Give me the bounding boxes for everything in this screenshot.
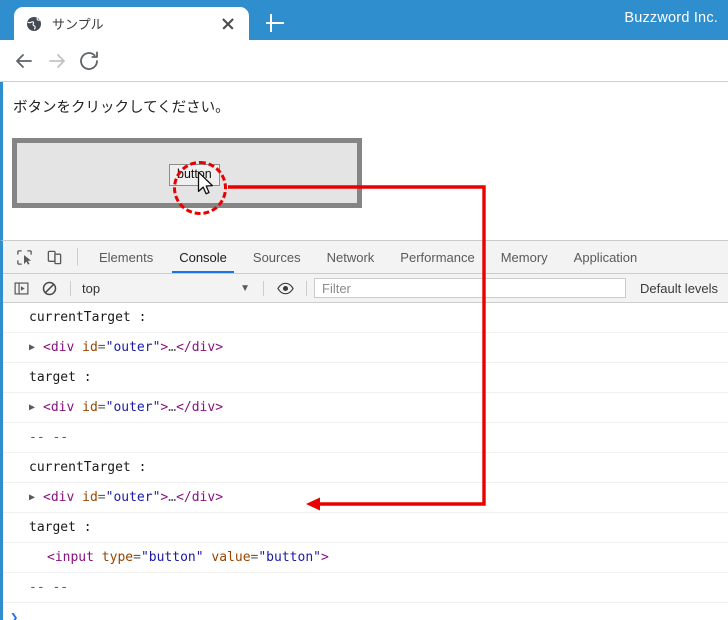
node-eq: = bbox=[97, 400, 106, 415]
console-filter-input[interactable]: Filter bbox=[314, 278, 626, 298]
console-row[interactable]: currentTarget : bbox=[3, 453, 728, 483]
expand-triangle-icon[interactable]: ▶ bbox=[29, 342, 43, 353]
console-row[interactable]: target : bbox=[3, 363, 728, 393]
tab-memory[interactable]: Memory bbox=[488, 241, 561, 273]
toolbar-divider bbox=[77, 248, 78, 266]
browser-tabstrip: サンプル Buzzword Inc. bbox=[0, 0, 728, 40]
expand-triangle-icon[interactable]: ▶ bbox=[29, 402, 43, 413]
brand-label: Buzzword Inc. bbox=[624, 10, 718, 26]
filterbar-divider-1 bbox=[70, 280, 71, 296]
node-attr-value: "outer" bbox=[105, 400, 161, 415]
devtools-tabbar: Elements Console Sources Network Perform… bbox=[3, 241, 728, 274]
console-context-value: top bbox=[82, 280, 101, 296]
new-tab-button[interactable] bbox=[262, 10, 288, 36]
tab-network[interactable]: Network bbox=[314, 241, 388, 273]
tab-elements[interactable]: Elements bbox=[86, 241, 166, 273]
console-row[interactable]: ▶ <div id = "outer" >… </div> bbox=[3, 483, 728, 513]
console-row[interactable]: ▶ <div id = "outer" >… </div> bbox=[3, 333, 728, 363]
node-attr-name-1: type bbox=[101, 550, 134, 565]
node-gt: > bbox=[320, 550, 329, 565]
page-viewport: ボタンをクリックしてください。 button bbox=[0, 82, 728, 240]
node-attr-name: id bbox=[82, 340, 98, 355]
browser-tab-title: サンプル bbox=[52, 17, 104, 32]
back-arrow-icon[interactable] bbox=[12, 49, 36, 73]
reload-icon[interactable] bbox=[77, 49, 101, 73]
node-tag-close: </div> bbox=[176, 490, 224, 505]
console-row[interactable]: currentTarget : bbox=[3, 303, 728, 333]
close-icon[interactable] bbox=[217, 13, 239, 35]
console-prompt[interactable]: ❯ bbox=[3, 603, 728, 620]
node-ellipsis: … bbox=[168, 490, 177, 505]
devtools-panel: Elements Console Sources Network Perform… bbox=[0, 240, 728, 620]
node-tag-open: <div bbox=[43, 400, 75, 415]
node-attr-name: id bbox=[82, 490, 98, 505]
node-tag-open: <div bbox=[43, 490, 75, 505]
node-attr-value: "outer" bbox=[105, 490, 161, 505]
console-context-selector[interactable]: top ▼ bbox=[78, 281, 256, 296]
node-attr-value-1: "button" bbox=[140, 550, 204, 565]
console-row[interactable]: <input type = "button" value = "button" > bbox=[3, 543, 728, 573]
browser-toolbar: ファイル bbox=[0, 40, 728, 115]
console-log-levels[interactable]: Default levels bbox=[640, 281, 718, 296]
browser-window: サンプル Buzzword Inc. ファイル ボタンをクリックしてく bbox=[0, 0, 728, 620]
device-toolbar-icon[interactable] bbox=[39, 241, 69, 273]
clear-console-icon[interactable] bbox=[35, 274, 63, 302]
node-gt: > bbox=[160, 490, 169, 505]
console-text: currentTarget : bbox=[29, 460, 147, 475]
console-text: target : bbox=[29, 370, 92, 385]
forward-arrow-icon bbox=[49, 54, 65, 68]
filterbar-divider-3 bbox=[306, 280, 307, 296]
tab-application[interactable]: Application bbox=[561, 241, 651, 273]
node-gt: > bbox=[160, 340, 169, 355]
expand-triangle-icon[interactable]: ▶ bbox=[29, 492, 43, 503]
node-tag-close: </div> bbox=[176, 400, 224, 415]
console-separator-text: -- -- bbox=[29, 430, 69, 445]
node-ellipsis: … bbox=[168, 340, 177, 355]
node-attr-name: id bbox=[82, 400, 98, 415]
console-separator-text: -- -- bbox=[29, 580, 69, 595]
node-tag-open: <div bbox=[43, 340, 75, 355]
node-attr-value-2: "button" bbox=[258, 550, 321, 565]
chevron-down-icon[interactable]: ▼ bbox=[240, 283, 250, 294]
tab-performance[interactable]: Performance bbox=[387, 241, 487, 273]
node-eq: = bbox=[97, 340, 106, 355]
node-tag-open: <input bbox=[47, 550, 94, 565]
node-eq: = bbox=[97, 490, 106, 505]
console-row[interactable]: target : bbox=[3, 513, 728, 543]
globe-icon bbox=[27, 16, 41, 31]
node-gt: > bbox=[160, 400, 169, 415]
red-dashed-circle bbox=[173, 161, 227, 215]
console-filterbar: top ▼ Filter Default levels bbox=[3, 274, 728, 303]
console-text: target : bbox=[29, 520, 92, 535]
node-tag-close: </div> bbox=[176, 340, 224, 355]
node-ellipsis: … bbox=[168, 400, 177, 415]
inspect-element-icon[interactable] bbox=[9, 241, 39, 273]
node-attr-value: "outer" bbox=[105, 340, 161, 355]
tab-console[interactable]: Console bbox=[166, 241, 240, 273]
page-instruction-text: ボタンをクリックしてください。 bbox=[13, 100, 230, 116]
console-sidebar-icon[interactable] bbox=[7, 274, 35, 302]
console-row[interactable]: ▶ <div id = "outer" >… </div> bbox=[3, 393, 728, 423]
console-output: currentTarget : ▶ <div id = "outer" >… </div… bbox=[3, 303, 728, 620]
filterbar-divider-2 bbox=[263, 280, 264, 296]
live-expression-icon[interactable] bbox=[271, 274, 299, 302]
browser-tab[interactable]: サンプル bbox=[14, 7, 249, 40]
tab-sources[interactable]: Sources bbox=[240, 241, 314, 273]
prompt-chevron-icon: ❯ bbox=[10, 610, 19, 620]
console-row[interactable]: -- -- bbox=[3, 423, 728, 453]
node-attr-name-2: value bbox=[211, 550, 251, 565]
console-text: currentTarget : bbox=[29, 310, 147, 325]
console-row[interactable]: -- -- bbox=[3, 573, 728, 603]
